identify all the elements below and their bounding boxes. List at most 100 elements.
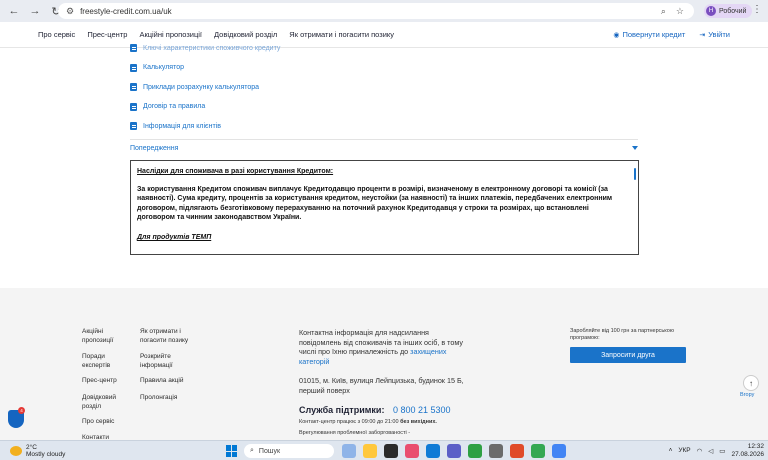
browser-toolbar: ← → ↻ ⚙ freestyle-credit.com.ua/uk ⌕ ☆ Н… (0, 0, 768, 22)
language-indicator[interactable]: УКР (678, 447, 690, 454)
document-link[interactable]: Ключі характеристики споживчого кредиту (130, 42, 280, 54)
taskbar-apps (342, 444, 566, 458)
chevron-down-icon (632, 146, 638, 150)
warning-title: Наслідки для споживача в разі користуван… (137, 168, 334, 175)
edge-icon[interactable] (426, 444, 440, 458)
footer-link-press[interactable]: Прес-центр (82, 377, 132, 386)
document-link-calculator[interactable]: Калькулятор (130, 62, 280, 74)
weather-condition: Mostly cloudy (26, 451, 66, 458)
chrome-icon[interactable] (552, 444, 566, 458)
back-icon[interactable]: ← (8, 5, 20, 17)
document-link-examples[interactable]: Приклади розрахунку калькулятора (130, 81, 280, 93)
site-info-icon[interactable]: ⚙ (66, 6, 74, 17)
taskbar-search[interactable]: ⌕ Пошук (244, 444, 334, 458)
document-icon (130, 63, 137, 72)
speaker-icon[interactable]: ◁ (708, 447, 713, 455)
footer-link-disclosure[interactable]: Розкрийте інформації (140, 353, 200, 370)
hours-text: Контакт-центр працює з 09:00 до 21:00 (299, 419, 399, 425)
scroll-to-top-label[interactable]: Вгору (740, 392, 754, 398)
shield-icon[interactable]: 4 (8, 407, 25, 428)
warning-accordion-header[interactable]: Попередження (130, 145, 638, 152)
chevron-up-icon[interactable]: ˄ (669, 447, 673, 454)
app-icon[interactable] (468, 444, 482, 458)
weather-icon (10, 446, 22, 456)
document-link-client-info[interactable]: Інформація для клієнтів (130, 120, 280, 132)
nav-item-promos[interactable]: Акційні пропозиції (139, 30, 202, 39)
forward-icon[interactable]: → (29, 5, 41, 17)
support-phone-link[interactable]: 0 800 21 5300 (393, 405, 451, 415)
site-footer: Акційні пропозиції Поради експертів Прес… (0, 288, 768, 441)
document-list: Ключі характеристики споживчого кредиту … (130, 44, 280, 140)
main-nav: Про сервіс Прес-центр Акційні пропозиції… (38, 30, 394, 39)
document-icon (130, 102, 137, 111)
footer-link-promo-rules[interactable]: Правила акцій (140, 377, 200, 386)
arrow-up-icon: ↑ (749, 378, 753, 388)
referral-text: Заробляйте від 100 грн за партнерською п… (570, 328, 674, 341)
return-credit-label: Повернути кредит (622, 30, 686, 39)
temp-products-link[interactable]: Для продуктів ТЕМП (137, 233, 628, 243)
footer-link-expert-tips[interactable]: Поради експертів (82, 353, 132, 370)
scrollbar-thumb[interactable] (634, 168, 636, 180)
document-icon (130, 44, 137, 52)
login-icon: ⇥ (699, 32, 706, 39)
time: 12:32 (747, 443, 764, 450)
app-icon[interactable] (489, 444, 503, 458)
weather-text: 2°C Mostly cloudy (26, 444, 65, 458)
weather-widget[interactable]: 2°C Mostly cloudy (10, 444, 65, 458)
search-label: Пошук (258, 447, 281, 455)
temperature: 2°C (26, 444, 37, 451)
menu-dots-icon[interactable]: ⋮ (752, 4, 762, 15)
document-label: Приклади розрахунку калькулятора (143, 83, 260, 91)
return-credit-link[interactable]: ◉ Повернути кредит (613, 30, 685, 39)
login-link[interactable]: ⇥ Увійти (699, 30, 730, 39)
support-label: Служба підтримки: (299, 405, 385, 415)
document-icon (130, 122, 137, 130)
windows-start-icon[interactable] (226, 445, 238, 457)
address-bar[interactable]: ⚙ freestyle-credit.com.ua/uk ⌕ ☆ (58, 3, 694, 19)
nav-item-how-to[interactable]: Як отримати і погасити позику (289, 30, 394, 39)
wifi-icon[interactable]: ◠ (697, 447, 703, 455)
bookmark-star-icon[interactable]: ☆ (676, 6, 684, 17)
debt-settlement-text: Врегулювання проблемної заборгованості - (299, 430, 411, 436)
header-actions: ◉ Повернути кредит ⇥ Увійти (613, 30, 730, 39)
avatar: Н (706, 6, 716, 16)
profile-name: Робочий (719, 7, 747, 15)
document-link-contract[interactable]: Договір та правила (130, 101, 280, 113)
login-label: Увійти (708, 30, 730, 39)
footer-link-about[interactable]: Про сервіс (82, 418, 132, 427)
footer-link-help[interactable]: Довідковий розділ (82, 394, 132, 411)
nav-item-press[interactable]: Прес-центр (87, 30, 127, 39)
address: 01015, м. Київ, вулиця Лейпцизька, будин… (299, 376, 464, 395)
app-icon[interactable] (405, 444, 419, 458)
main-content: Ключі характеристики споживчого кредиту … (0, 44, 768, 288)
scroll-to-top-button[interactable]: ↑ (743, 375, 759, 391)
site-header: Про сервіс Прес-центр Акційні пропозиції… (0, 22, 768, 48)
warning-scroll-box[interactable]: Наслідки для споживача в разі користуван… (130, 160, 639, 255)
footer-link-how-to[interactable]: Як отримати і погасити позику (140, 328, 200, 345)
system-tray: ˄ УКР ◠ ◁ ▭ 12:32 27.08.2026 (669, 443, 764, 458)
nav-item-help[interactable]: Довідковий розділ (214, 30, 277, 39)
date: 27.08.2026 (731, 450, 764, 458)
app-icon[interactable] (342, 444, 356, 458)
notification-badge: 4 (18, 407, 25, 414)
profile-button[interactable]: Н Робочий (704, 4, 753, 18)
battery-icon[interactable]: ▭ (719, 447, 725, 455)
clock[interactable]: 12:32 27.08.2026 (731, 443, 764, 458)
nav-item-about[interactable]: Про сервіс (38, 30, 75, 39)
invite-friend-button[interactable]: Запросити друга (570, 347, 686, 363)
app-icon[interactable] (531, 444, 545, 458)
app-icon[interactable] (447, 444, 461, 458)
app-icon[interactable] (384, 444, 398, 458)
footer-link-promos[interactable]: Акційні пропозиції (82, 328, 132, 345)
document-label: Інформація для клієнтів (143, 122, 221, 130)
search-icon[interactable]: ⌕ (661, 6, 666, 17)
os-taskbar: 2°C Mostly cloudy ⌕ Пошук ˄ УКР ◠ ◁ ▭ 12… (0, 440, 768, 460)
document-icon (130, 83, 137, 91)
footer-link-prolongation[interactable]: Пролонгація (140, 394, 200, 403)
search-icon: ⌕ (250, 447, 254, 454)
app-icon[interactable] (510, 444, 524, 458)
warning-heading: Попередження (130, 145, 179, 152)
coins-icon: ◉ (613, 32, 620, 39)
contacts-info: Контактна інформація для надсилання пові… (299, 328, 469, 366)
file-explorer-icon[interactable] (363, 444, 377, 458)
